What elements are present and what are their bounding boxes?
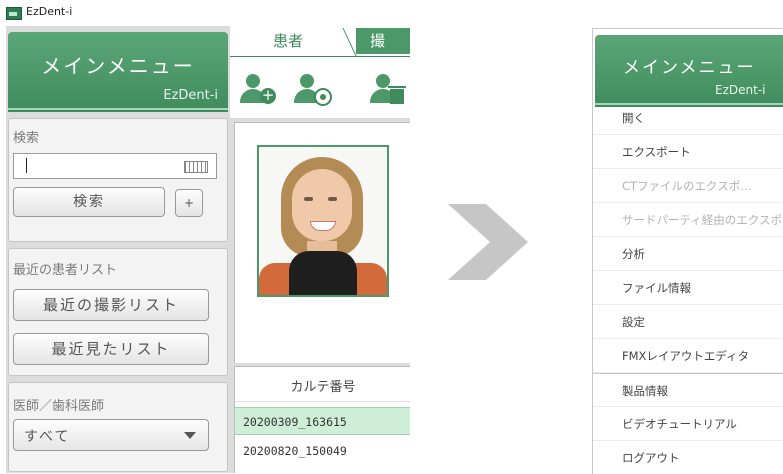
doctor-panel-title: 医師／歯科医師 <box>13 399 105 414</box>
menu-item-fmx-layout-editor[interactable]: FMXレイアウトエディタ <box>593 339 783 373</box>
chevron-right-icon <box>448 204 528 280</box>
tab-bar: 患者 撮 + <box>230 26 410 118</box>
search-input[interactable] <box>13 153 217 179</box>
tab-patient[interactable]: 患者 <box>230 28 346 56</box>
recent-panel-title: 最近の患者リスト <box>13 263 118 278</box>
recently-viewed-button[interactable]: 最近見たリスト <box>13 333 209 365</box>
main-window: メインメニュー EzDent-i 患者 撮 + 検索 検索 + 最近の患者リスト… <box>6 26 410 473</box>
doctor-select-value: すべて <box>24 429 71 445</box>
app-icon <box>6 7 22 20</box>
menu-item-video-tutorial[interactable]: ビデオチュートリアル <box>593 407 783 441</box>
menu-item-open[interactable]: 開く <box>593 101 783 135</box>
brand-label: EzDent-i <box>715 83 766 97</box>
brand-label: EzDent-i <box>163 88 218 103</box>
add-patient-icon[interactable]: + <box>240 72 280 112</box>
patient-list: カルテ番号 20200309_163615 20200820_150049 <box>234 366 410 473</box>
menu-item-third-party-export: サードパーティ経由のエクスポ <box>593 203 783 237</box>
header-divider <box>8 108 228 110</box>
menu-item-settings[interactable]: 設定 <box>593 305 783 339</box>
patient-photo[interactable] <box>257 145 389 297</box>
doctor-panel: 医師／歯科医師 すべて <box>8 382 228 472</box>
tab-acquisition[interactable]: 撮 <box>356 28 410 54</box>
tab-underline <box>230 56 410 57</box>
delete-patient-icon[interactable] <box>370 72 410 112</box>
search-panel-title: 検索 <box>13 131 40 146</box>
search-panel: 検索 検索 + <box>8 118 228 242</box>
chevron-down-icon <box>184 432 196 439</box>
main-menu-title: メインメニュー <box>41 54 195 78</box>
main-menu-button[interactable]: メインメニュー EzDent-i <box>8 32 228 112</box>
menu-item-export[interactable]: エクスポート <box>593 135 783 169</box>
menu-item-analysis[interactable]: 分析 <box>593 237 783 271</box>
keyboard-icon[interactable] <box>184 161 208 173</box>
doctor-select[interactable]: すべて <box>13 419 209 451</box>
list-item[interactable]: 20200820_150049 <box>235 437 410 465</box>
recent-shots-button[interactable]: 最近の撮影リスト <box>13 289 209 321</box>
title-bar: EzDent-i <box>0 0 410 26</box>
menu-item-file-info[interactable]: ファイル情報 <box>593 271 783 305</box>
window-title: EzDent-i <box>26 5 73 18</box>
recent-panel: 最近の患者リスト 最近の撮影リスト 最近見たリスト <box>8 248 228 376</box>
search-button[interactable]: 検索 <box>13 187 165 217</box>
main-menu-button[interactable]: メインメニュー EzDent-i <box>595 35 783 107</box>
list-item[interactable]: 20200309_163615 <box>235 407 410 435</box>
menu-item-logout[interactable]: ログアウト <box>593 441 783 474</box>
advanced-search-button[interactable]: + <box>175 189 203 217</box>
text-caret <box>26 158 27 173</box>
menu-item-ct-export: CTファイルのエクスポ… <box>593 169 783 203</box>
main-menu-title: メインメニュー <box>623 58 756 78</box>
main-menu-dropdown: メインメニュー EzDent-i 開く エクスポート CTファイルのエクスポ… … <box>592 28 783 474</box>
chart-number-header[interactable]: カルテ番号 <box>235 375 410 402</box>
menu-item-product-info[interactable]: 製品情報 <box>593 373 783 407</box>
patient-photo-panel <box>234 122 410 363</box>
search-patient-icon[interactable] <box>294 72 334 112</box>
